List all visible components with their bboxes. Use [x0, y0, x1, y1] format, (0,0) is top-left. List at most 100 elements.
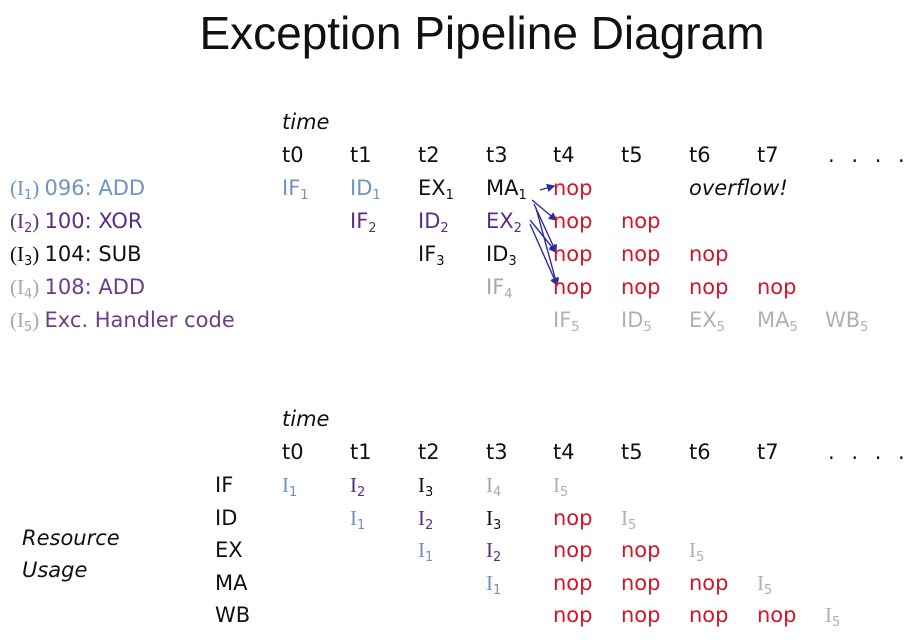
pipeline-cell-r1-c1: ID1 — [350, 176, 381, 203]
resource-cell-ex-c3: I2 — [486, 538, 502, 565]
resource-cell-if-c0: I1 — [282, 473, 297, 499]
pipeline-cell-r2-c2-text: ID — [418, 209, 441, 233]
resource-cell-ma-c3: I1 — [486, 571, 502, 598]
resource-cell-id-c4: nop — [553, 506, 593, 530]
pipeline-cell-r1-c4-text: nop — [553, 176, 593, 200]
pipeline-cell-r4-c6-text: nop — [689, 275, 729, 299]
resource-cell-ma-c5-text: nop — [621, 571, 661, 595]
resource-cell-id-c2-text: I — [418, 506, 425, 530]
pipeline-cell-r4-c5-text: nop — [621, 275, 661, 299]
pipeline-cell-r3-c6: nop — [689, 242, 729, 266]
pipeline-cell-r3-c3: ID3 — [486, 242, 517, 269]
instruction-label-2: (I2) 100: XOR — [10, 209, 143, 235]
instruction-text: 096: ADD — [44, 176, 146, 200]
resource-cell-id-c5-text: I — [621, 506, 628, 530]
pipeline-cell-r5-c7: MA5 — [757, 308, 798, 334]
resource-cell-id-c1-subscript: 1 — [357, 518, 366, 533]
resource-cell-wb-c8-text: I — [825, 603, 832, 627]
resource-time-label: time — [282, 407, 330, 431]
pipeline-cell-r1-c0: IF1 — [282, 176, 309, 203]
pipeline-cell-r1-c0-subscript: 1 — [300, 188, 309, 203]
resource-cell-if-c2: I3 — [418, 473, 433, 499]
resource-cell-ex-c2-text: I — [418, 538, 425, 562]
resource-cell-id-c3: I3 — [486, 506, 501, 532]
pipeline-tick-t6: t6 — [689, 143, 711, 167]
pipeline-cell-r1-c3-text: MA — [486, 176, 519, 200]
pipeline-cell-r4-c6: nop — [689, 275, 729, 299]
pipeline-cell-r3-c5-text: nop — [621, 242, 661, 266]
pipeline-cell-r5-c4-text: IF — [553, 308, 572, 332]
resource-cell-ma-c3-subscript: 1 — [493, 583, 502, 598]
pipeline-cell-r4-c7: nop — [757, 275, 797, 299]
paren-open: ( — [10, 242, 17, 266]
pipeline-cell-r3-c3-subscript: 3 — [508, 254, 517, 269]
pipeline-tick-t5: t5 — [621, 143, 643, 167]
paren-open: ( — [10, 176, 17, 200]
pipeline-cell-r4-c4-text: nop — [553, 275, 593, 299]
paren-close: ) — [32, 308, 45, 332]
resource-ellipsis: . . . . — [828, 440, 910, 464]
instruction-id: I — [17, 242, 24, 266]
pipeline-cell-r1-c1-subscript: 1 — [372, 188, 381, 203]
pipeline-cell-r4-c3-text: IF — [486, 275, 505, 299]
instruction-label-4: (I4) 108: ADD — [10, 275, 146, 301]
stage-label-wb: WB — [215, 603, 251, 627]
resource-cell-id-c2-subscript: 2 — [425, 518, 434, 533]
pipeline-cell-r4-c4: nop — [553, 275, 593, 299]
pipeline-cell-r3-c2: IF3 — [418, 242, 445, 269]
pipeline-cell-r5-c6-subscript: 5 — [716, 320, 725, 335]
pipeline-tick-t0: t0 — [282, 143, 304, 167]
overflow-annotation: overflow! — [689, 176, 788, 200]
pipeline-cell-r2-c2: ID2 — [418, 209, 449, 235]
pipeline-cell-r3-c6-text: nop — [689, 242, 729, 266]
pipeline-ellipsis: . . . . — [828, 143, 910, 167]
resource-cell-wb-c5-text: nop — [621, 603, 661, 627]
pipeline-cell-r3-c5: nop — [621, 242, 661, 266]
pipeline-cell-r3-c2-text: IF — [418, 242, 437, 266]
resource-tick-t4: t4 — [553, 440, 575, 464]
resource-cell-if-c3: I4 — [486, 473, 501, 499]
instruction-label-1: (I1) 096: ADD — [10, 176, 146, 202]
resource-usage-label-line1: Resource — [22, 526, 120, 550]
resource-cell-wb-c4: nop — [553, 603, 593, 627]
instruction-text: 108: ADD — [44, 275, 146, 299]
paren-close: ) — [32, 275, 45, 299]
resource-cell-ma-c4-text: nop — [553, 571, 593, 595]
resource-tick-t7: t7 — [757, 440, 779, 464]
pipeline-cell-r5-c5-subscript: 5 — [643, 320, 652, 335]
resource-cell-wb-c7-text: nop — [757, 603, 797, 627]
resource-cell-ma-c7-subscript: 5 — [764, 583, 773, 598]
pipeline-cell-r3-c4-text: nop — [553, 242, 593, 266]
resource-cell-id-c4-text: nop — [553, 506, 593, 530]
pipeline-cell-r5-c6-text: EX — [689, 308, 717, 332]
stage-label-ma: MA — [215, 571, 248, 595]
resource-cell-id-c3-text: I — [486, 506, 493, 530]
pipeline-cell-r5-c8-text: WB — [825, 308, 861, 332]
resource-cell-if-c4-subscript: 5 — [560, 485, 569, 500]
pipeline-cell-r1-c3-subscript: 1 — [518, 188, 527, 203]
instruction-text: 100: XOR — [44, 209, 143, 233]
resource-cell-wb-c4-text: nop — [553, 603, 593, 627]
resource-cell-if-c0-text: I — [282, 473, 289, 497]
resource-cell-ma-c5: nop — [621, 571, 661, 595]
paren-close: ) — [32, 242, 45, 266]
resource-cell-if-c3-text: I — [486, 473, 493, 497]
pipeline-cell-r1-c2: EX1 — [418, 176, 454, 202]
pipeline-cell-r2-c1: IF2 — [350, 209, 377, 235]
pipeline-cell-r3-c4: nop — [553, 242, 593, 266]
pipeline-cell-r3-c2-subscript: 3 — [436, 254, 445, 269]
paren-close: ) — [32, 176, 45, 200]
pipeline-cell-r2-c4: nop — [553, 209, 593, 233]
pipeline-cell-r2-c3: EX2 — [486, 209, 522, 235]
resource-cell-wb-c7: nop — [757, 603, 797, 627]
resource-cell-ex-c3-subscript: 2 — [493, 550, 502, 565]
pipeline-cell-r2-c4-text: nop — [553, 209, 593, 233]
pipeline-cell-r1-c1-text: ID — [350, 176, 373, 200]
resource-cell-if-c2-text: I — [418, 473, 425, 497]
resource-cell-id-c2: I2 — [418, 506, 434, 533]
resource-cell-ma-c6-text: nop — [689, 571, 729, 595]
resource-tick-t0: t0 — [282, 440, 304, 464]
resource-cell-ex-c4-text: nop — [553, 538, 593, 562]
resource-cell-ma-c4: nop — [553, 571, 593, 595]
pipeline-cell-r5-c8: WB5 — [825, 308, 868, 334]
